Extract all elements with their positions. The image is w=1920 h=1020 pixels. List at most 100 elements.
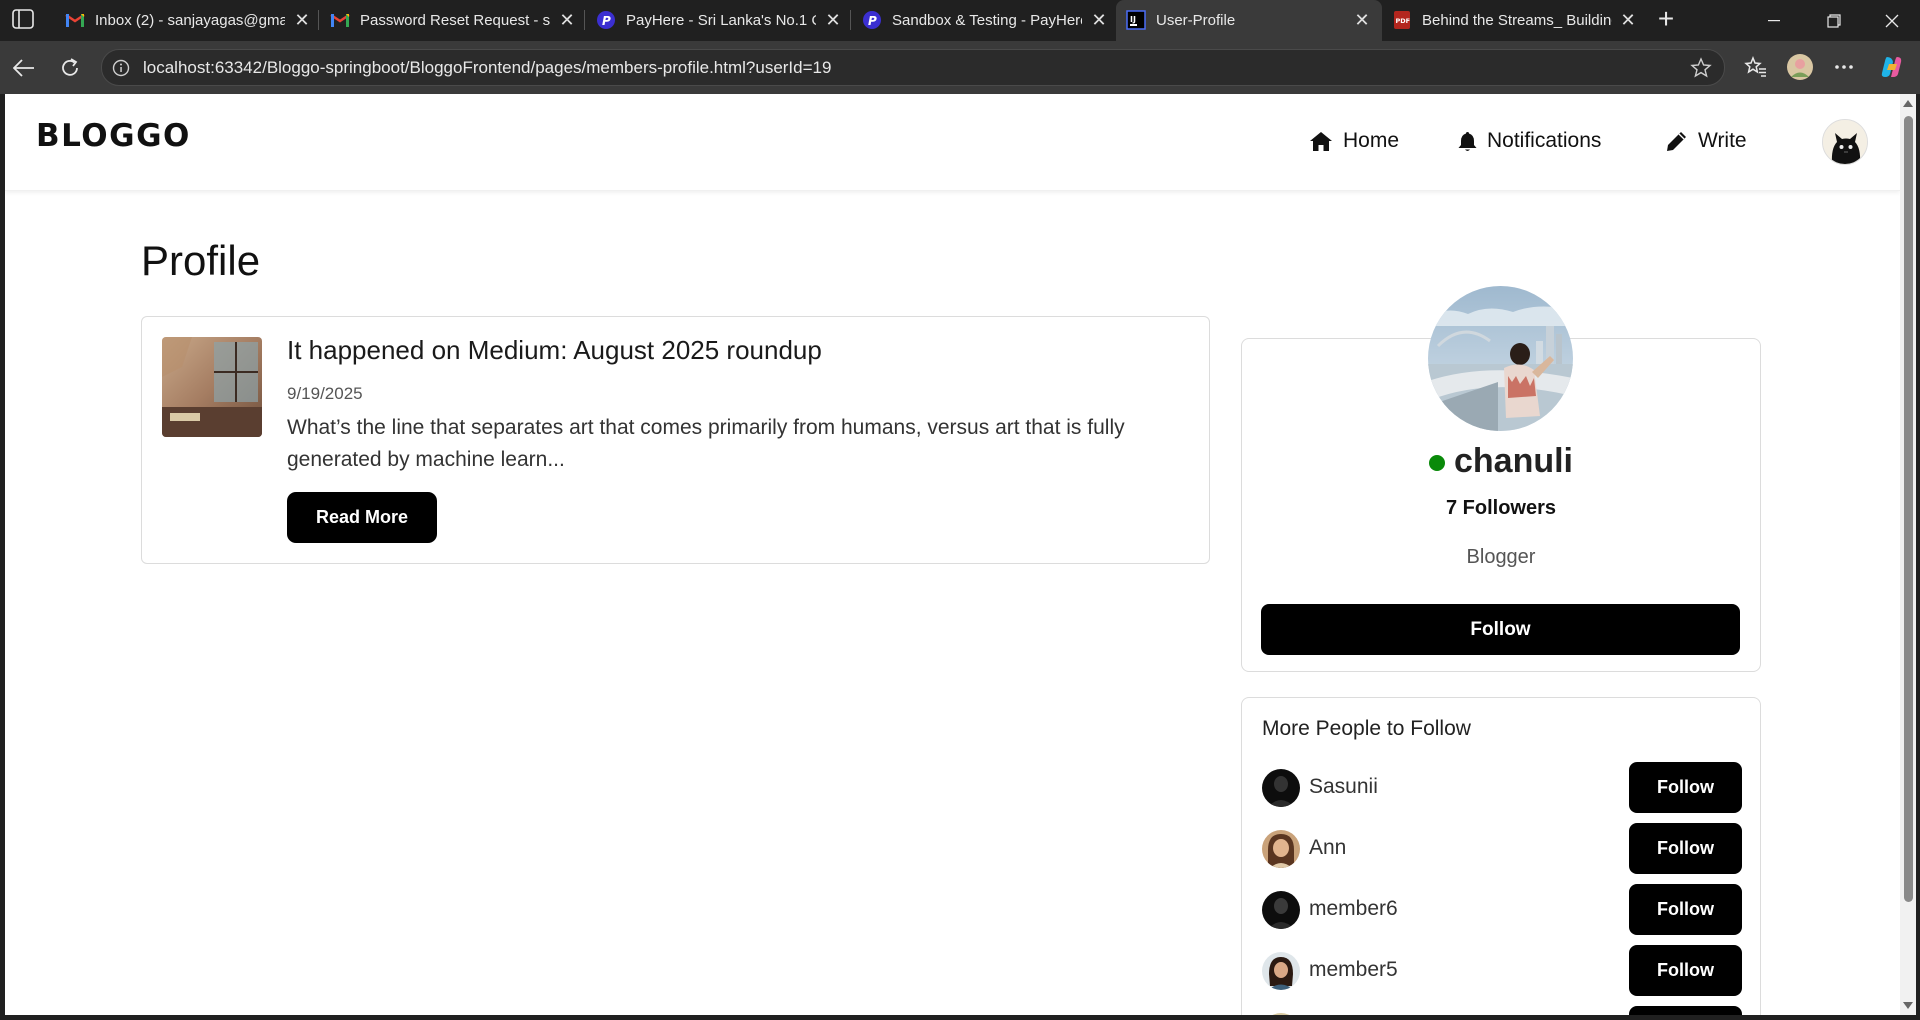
follow-button[interactable] xyxy=(1629,1006,1742,1015)
nav-notifications-label: Notifications xyxy=(1487,129,1602,152)
gmail-icon xyxy=(330,11,350,29)
page-title: Profile xyxy=(141,237,261,284)
scroll-down-arrow-icon[interactable] xyxy=(1903,1002,1913,1009)
user-avatar[interactable] xyxy=(1822,119,1868,165)
window-frame xyxy=(1916,94,1920,1020)
intellij-icon: IJ xyxy=(1126,10,1146,30)
browser-address-bar: localhost:63342/Bloggo-springboot/Bloggo… xyxy=(0,41,1920,94)
browser-tab-payhere[interactable]: P PayHere - Sri Lanka's No.1 O ✕ xyxy=(586,0,848,41)
browser-tab-password-reset[interactable]: Password Reset Request - sa ✕ xyxy=(320,0,582,41)
profile-name: chanuli xyxy=(1453,442,1574,480)
browser-tab-sandbox[interactable]: P Sandbox & Testing - PayHere ✕ xyxy=(852,0,1114,41)
tab-title: Behind the Streams_ Building xyxy=(1422,12,1612,29)
nav-write-label: Write xyxy=(1698,129,1747,152)
person-row: Ann Follow xyxy=(1262,823,1742,874)
person-avatar[interactable] xyxy=(1262,952,1300,990)
browser-tab-behind-the-streams[interactable]: PDF Behind the Streams_ Building ✕ xyxy=(1382,0,1644,41)
post-excerpt: What’s the line that separates art that … xyxy=(287,416,1125,471)
gmail-icon xyxy=(65,11,85,29)
svg-text:P: P xyxy=(868,14,877,28)
profile-name-row: chanuli xyxy=(1241,442,1761,481)
restore-button[interactable] xyxy=(1806,0,1862,41)
person-row xyxy=(1262,1006,1742,1015)
more-people-title: More People to Follow xyxy=(1262,717,1471,740)
tab-separator xyxy=(584,10,585,30)
person-avatar[interactable] xyxy=(1262,830,1300,868)
online-status-indicator xyxy=(1428,455,1445,471)
post-title[interactable]: It happened on Medium: August 2025 round… xyxy=(287,335,822,366)
browser-tab-user-profile[interactable]: IJ User-Profile ✕ xyxy=(1116,0,1382,41)
person-avatar[interactable] xyxy=(1262,891,1300,929)
person-name[interactable]: Ann xyxy=(1309,836,1346,860)
tab-separator xyxy=(318,10,319,30)
tab-title: Password Reset Request - sa xyxy=(360,12,550,29)
bell-icon xyxy=(1458,131,1477,151)
page-viewport: BLOGGO Home Notifications Write Profile xyxy=(5,94,1900,1015)
person-name[interactable]: member5 xyxy=(1309,958,1398,982)
pencil-icon xyxy=(1667,132,1686,151)
window-frame xyxy=(0,1015,1920,1020)
person-row: Sasunii Follow xyxy=(1262,762,1742,813)
scroll-up-arrow-icon[interactable] xyxy=(1903,100,1913,107)
close-tab-icon[interactable]: ✕ xyxy=(823,10,843,30)
nav-home-link[interactable]: Home xyxy=(1309,128,1399,154)
profile-role: Blogger xyxy=(1466,546,1536,568)
post-thumbnail[interactable] xyxy=(162,337,262,437)
tab-title: PayHere - Sri Lanka's No.1 O xyxy=(626,12,816,29)
svg-text:IJ: IJ xyxy=(1130,15,1136,24)
copilot-icon[interactable] xyxy=(1878,53,1906,81)
more-menu-icon[interactable] xyxy=(1830,53,1858,81)
followers-count[interactable]: 7 Followers xyxy=(1241,497,1761,520)
nav-home-label: Home xyxy=(1343,129,1400,152)
site-header: BLOGGO Home Notifications Write xyxy=(5,94,1900,191)
pdf-icon: PDF xyxy=(1392,11,1412,29)
person-row: member5 Follow xyxy=(1262,945,1742,996)
close-tab-icon[interactable]: ✕ xyxy=(1618,10,1638,30)
close-tab-icon[interactable]: ✕ xyxy=(292,10,312,30)
follow-button[interactable]: Follow xyxy=(1629,762,1742,813)
follow-button[interactable]: Follow xyxy=(1629,884,1742,935)
tab-title: User-Profile xyxy=(1156,12,1236,29)
svg-text:P: P xyxy=(602,14,611,28)
nav-write-link[interactable]: Write xyxy=(1666,128,1747,154)
scrollbar-thumb[interactable] xyxy=(1904,116,1913,902)
person-name[interactable]: Sasunii xyxy=(1309,775,1378,799)
person-row: member6 Follow xyxy=(1262,884,1742,935)
svg-text:PDF: PDF xyxy=(1396,17,1411,25)
minimize-button[interactable] xyxy=(1746,0,1802,41)
favorites-icon[interactable] xyxy=(1742,53,1770,81)
close-tab-icon[interactable]: ✕ xyxy=(1352,10,1372,30)
close-window-button[interactable] xyxy=(1864,0,1920,41)
person-name[interactable]: member6 xyxy=(1309,897,1398,921)
person-avatar[interactable] xyxy=(1262,769,1300,807)
tab-actions-icon[interactable] xyxy=(12,9,36,31)
site-logo[interactable]: BLOGGO xyxy=(36,118,191,154)
close-tab-icon[interactable]: ✕ xyxy=(557,10,577,30)
back-arrow-icon[interactable] xyxy=(11,55,37,81)
favorite-star-icon[interactable] xyxy=(1690,57,1712,79)
reload-icon[interactable] xyxy=(57,55,83,81)
tab-title: Sandbox & Testing - PayHere xyxy=(892,12,1082,29)
follow-profile-button[interactable]: Follow xyxy=(1261,604,1740,655)
follow-button[interactable]: Follow xyxy=(1629,945,1742,996)
close-tab-icon[interactable]: ✕ xyxy=(1089,10,1109,30)
profile-photo xyxy=(1428,286,1573,431)
payhere-icon: P xyxy=(596,11,616,29)
post-card: It happened on Medium: August 2025 round… xyxy=(141,316,1210,564)
payhere-icon: P xyxy=(862,11,882,29)
browser-tab-inbox[interactable]: Inbox (2) - sanjayagas@gma ✕ xyxy=(55,0,317,41)
more-people-card: More People to Follow Sasunii Follow Ann… xyxy=(1241,697,1761,1015)
home-icon xyxy=(1310,131,1332,151)
profile-avatar-icon[interactable] xyxy=(1786,53,1814,81)
address-input[interactable]: localhost:63342/Bloggo-springboot/Bloggo… xyxy=(101,49,1725,86)
page-scrollbar[interactable] xyxy=(1900,94,1916,1015)
read-more-button[interactable]: Read More xyxy=(287,492,437,543)
site-info-icon[interactable] xyxy=(112,59,130,77)
post-date: 9/19/2025 xyxy=(287,384,363,403)
tab-separator xyxy=(850,10,851,30)
tab-title: Inbox (2) - sanjayagas@gma xyxy=(95,12,285,29)
follow-button[interactable]: Follow xyxy=(1629,823,1742,874)
browser-tab-bar: Inbox (2) - sanjayagas@gma ✕ Password Re… xyxy=(0,0,1920,41)
new-tab-button[interactable]: + xyxy=(1652,5,1680,34)
nav-notifications-link[interactable]: Notifications xyxy=(1458,128,1601,154)
